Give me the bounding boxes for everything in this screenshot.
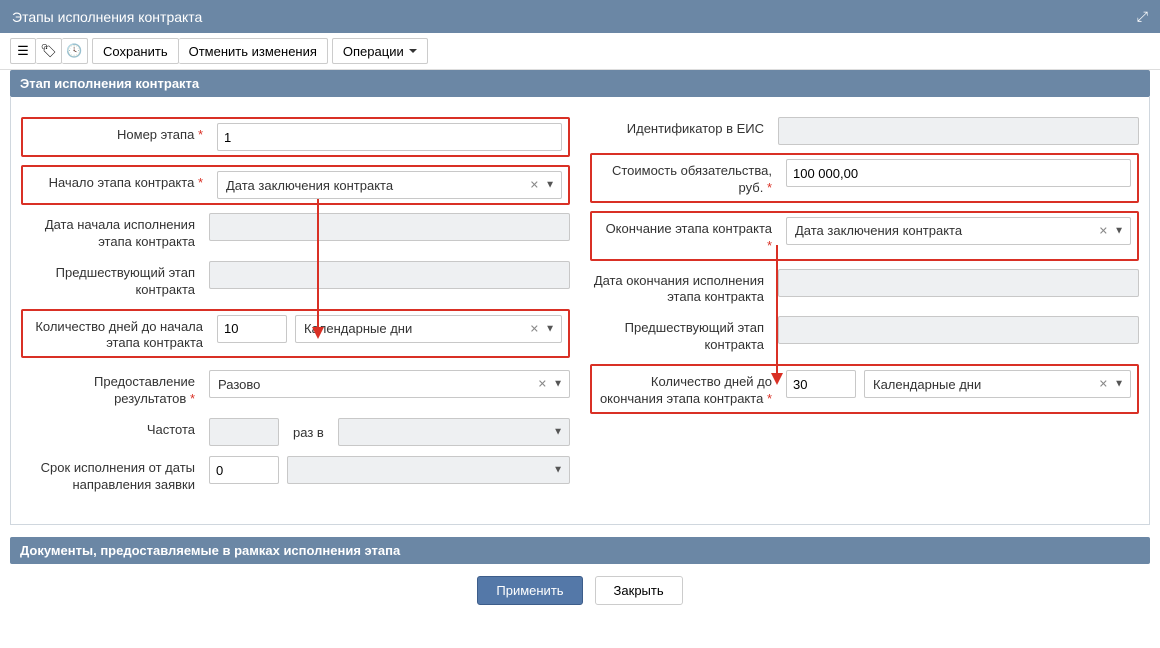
chevron-down-icon: ▼: [1114, 225, 1124, 236]
frequency-count-input: [209, 418, 279, 446]
right-column: Идентификатор в ЕИС Стоимость обязательс…: [590, 117, 1139, 504]
tag-icon[interactable]: 🏷: [36, 38, 62, 64]
label-contract-end: Окончание этапа контракта *: [598, 217, 778, 255]
exec-end-date-input: [778, 269, 1139, 297]
chevron-down-icon: ▼: [545, 180, 555, 191]
menu-icon[interactable]: ☰: [10, 38, 36, 64]
highlight-days-start: Количество дней до начала этапа контракт…: [21, 309, 570, 359]
highlight-stage-number: Номер этапа *: [21, 117, 570, 157]
label-prev-stage-left: Предшествующий этап контракта: [21, 261, 201, 299]
label-stage-number: Номер этапа *: [29, 123, 209, 144]
stage-number-input[interactable]: [217, 123, 562, 151]
label-cost: Стоимость обязательства, руб. *: [598, 159, 778, 197]
highlight-cost: Стоимость обязательства, руб. *: [590, 153, 1139, 203]
arrow-annotation: [762, 245, 792, 395]
contract-end-select[interactable]: Дата заключения контракта ✕ ▼: [786, 217, 1131, 245]
exec-period-input[interactable]: [209, 456, 279, 484]
stage-form: Номер этапа * Начало этапа контракта * Д…: [10, 97, 1150, 525]
section-stage-header: Этап исполнения контракта: [10, 70, 1150, 97]
chevron-down-icon: ▼: [553, 465, 563, 476]
save-button[interactable]: Сохранить: [92, 38, 179, 64]
toolbar: ☰ 🏷 🕓 Сохранить Отменить изменения Опера…: [0, 33, 1160, 70]
clear-icon[interactable]: ✕: [530, 179, 539, 192]
label-exec-period: Срок исполнения от даты направления заяв…: [21, 456, 201, 494]
left-column: Номер этапа * Начало этапа контракта * Д…: [21, 117, 570, 504]
cancel-button[interactable]: Отменить изменения: [179, 38, 328, 64]
expand-icon[interactable]: ⤢: [1137, 8, 1148, 25]
chevron-down-icon: [409, 49, 417, 53]
highlight-contract-end: Окончание этапа контракта * Дата заключе…: [590, 211, 1139, 261]
days-end-unit-select[interactable]: Календарные дни ✕ ▼: [864, 370, 1131, 398]
frequency-unit-select: ▼: [338, 418, 570, 446]
label-days-start: Количество дней до начала этапа контракт…: [29, 315, 209, 353]
window-title: Этапы исполнения контракта: [12, 9, 202, 25]
eis-id-input: [778, 117, 1139, 145]
clear-icon[interactable]: ✕: [1099, 378, 1108, 391]
label-days-end: Количество дней до окончания этапа контр…: [598, 370, 778, 408]
prev-stage-right-input: [778, 316, 1139, 344]
label-frequency-middle: раз в: [287, 425, 330, 440]
chevron-down-icon: ▼: [553, 379, 563, 390]
days-start-unit-select[interactable]: Календарные дни ✕ ▼: [295, 315, 562, 343]
section-documents-header[interactable]: Документы, предоставляемые в рамках испо…: [10, 537, 1150, 564]
label-contract-start: Начало этапа контракта *: [29, 171, 209, 192]
chevron-down-icon: ▼: [1114, 379, 1124, 390]
footer: Применить Закрыть: [10, 564, 1150, 611]
arrow-annotation: [303, 199, 333, 349]
label-exec-end-date: Дата окончания исполнения этапа контракт…: [590, 269, 770, 307]
days-start-input[interactable]: [217, 315, 287, 343]
prev-stage-left-input: [209, 261, 570, 289]
label-results: Предоставление результатов *: [21, 370, 201, 408]
clear-icon[interactable]: ✕: [530, 322, 539, 335]
label-exec-start-date: Дата начала исполнения этапа контракта: [21, 213, 201, 251]
apply-button[interactable]: Применить: [477, 576, 582, 605]
clear-icon[interactable]: ✕: [538, 378, 547, 391]
close-button[interactable]: Закрыть: [595, 576, 683, 605]
contract-start-select[interactable]: Дата заключения контракта ✕ ▼: [217, 171, 562, 199]
days-end-input[interactable]: [786, 370, 856, 398]
label-prev-stage-right: Предшествующий этап контракта: [590, 316, 770, 354]
clear-icon[interactable]: ✕: [1099, 224, 1108, 237]
operations-dropdown[interactable]: Операции: [332, 38, 428, 64]
label-frequency: Частота: [21, 418, 201, 439]
results-select[interactable]: Разово ✕ ▼: [209, 370, 570, 398]
label-eis-id: Идентификатор в ЕИС: [590, 117, 770, 138]
chevron-down-icon: ▼: [545, 323, 555, 334]
highlight-contract-start: Начало этапа контракта * Дата заключения…: [21, 165, 570, 205]
title-bar: Этапы исполнения контракта ⤢: [0, 0, 1160, 33]
clock-icon[interactable]: 🕓: [62, 38, 88, 64]
highlight-days-end: Количество дней до окончания этапа контр…: [590, 364, 1139, 414]
exec-period-unit-select: ▼: [287, 456, 570, 484]
chevron-down-icon: ▼: [553, 427, 563, 438]
cost-input[interactable]: [786, 159, 1131, 187]
exec-start-date-input: [209, 213, 570, 241]
